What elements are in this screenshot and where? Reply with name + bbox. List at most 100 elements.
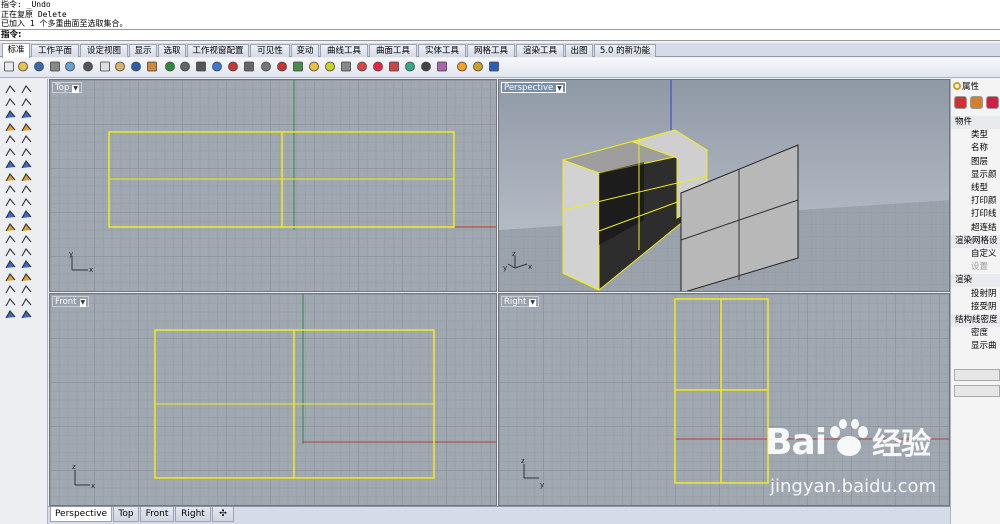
rectangle-icon[interactable]: [20, 121, 33, 134]
layer-tool-icon[interactable]: [20, 221, 33, 234]
fillet-icon[interactable]: [4, 146, 17, 159]
ellipse-icon[interactable]: [4, 133, 17, 146]
viewport-title-right[interactable]: Right ▼: [501, 296, 540, 307]
tab-item[interactable]: 网格工具: [467, 44, 515, 57]
tab-item[interactable]: 设定视图: [80, 44, 128, 57]
dimension-icon[interactable]: [4, 208, 17, 221]
viewport-perspective[interactable]: z x y Perspective ▼: [498, 79, 950, 292]
new-file-icon[interactable]: [3, 60, 15, 73]
transform-icon[interactable]: [4, 196, 17, 209]
surface-icon[interactable]: [4, 158, 17, 171]
point-icon[interactable]: [20, 83, 33, 96]
viewport-tab[interactable]: Right: [175, 507, 211, 522]
tab-item[interactable]: 实体工具: [418, 44, 466, 57]
property-row[interactable]: 接受阴: [951, 301, 1000, 314]
settings-icon[interactable]: [472, 60, 484, 73]
solid-icon[interactable]: [4, 183, 17, 196]
tab-item[interactable]: 变动: [291, 44, 319, 57]
split-icon[interactable]: [4, 271, 17, 284]
grid-icon[interactable]: [4, 283, 17, 296]
viewport-right[interactable]: z y Right ▼: [498, 293, 950, 506]
viewport-tab[interactable]: Top: [113, 507, 139, 522]
properties-section-title[interactable]: 渲染网格设: [951, 234, 1000, 248]
shaded-icon[interactable]: [420, 60, 432, 73]
tab-item[interactable]: 可见性: [250, 44, 290, 57]
save-icon[interactable]: [33, 60, 45, 73]
property-row[interactable]: 设置: [951, 261, 1000, 274]
zoom-extents-icon[interactable]: [211, 60, 223, 73]
warning-icon[interactable]: [20, 308, 33, 321]
property-row[interactable]: 线型: [951, 182, 1000, 195]
color-wheel-icon[interactable]: [372, 60, 384, 73]
properties-tab[interactable]: 属性: [951, 81, 1000, 94]
four-viewports-icon[interactable]: [260, 60, 272, 73]
copy-icon[interactable]: [99, 60, 111, 73]
tab-item[interactable]: 标准: [2, 43, 30, 58]
paint-icon[interactable]: [4, 221, 17, 234]
sun-icon[interactable]: [456, 60, 468, 73]
viewport-title-top[interactable]: Top ▼: [52, 82, 82, 93]
decal-icon[interactable]: [986, 96, 999, 109]
osnap-icon[interactable]: [292, 60, 304, 73]
freeform-icon[interactable]: [20, 133, 33, 146]
property-row[interactable]: 图层: [951, 156, 1000, 169]
viewport-front[interactable]: z x Front ▼: [49, 293, 497, 506]
properties-section-title[interactable]: 渲染: [951, 274, 1000, 288]
dropdown-arrow-icon[interactable]: ▼: [529, 299, 537, 307]
boolean-icon[interactable]: [20, 183, 33, 196]
tab-item[interactable]: 曲线工具: [320, 44, 368, 57]
import-icon[interactable]: [64, 60, 76, 73]
wire-icon[interactable]: [20, 271, 33, 284]
zoom-selected-icon[interactable]: [227, 60, 239, 73]
viewport-tab[interactable]: Front: [140, 507, 174, 522]
polyline-icon[interactable]: [4, 96, 17, 109]
tab-item[interactable]: 5.0 的新功能: [594, 44, 656, 57]
property-row[interactable]: 类型: [951, 129, 1000, 142]
tab-item[interactable]: 工作平面: [31, 44, 79, 57]
analyze-icon[interactable]: [20, 258, 33, 271]
viewport-title-perspective[interactable]: Perspective ▼: [501, 82, 566, 93]
viewport-title-front[interactable]: Front ▼: [52, 296, 90, 307]
render-icon[interactable]: [388, 60, 400, 73]
polygon-icon[interactable]: [4, 121, 17, 134]
arc-icon[interactable]: [20, 108, 33, 121]
env-icon[interactable]: [436, 60, 448, 73]
material-icon[interactable]: [404, 60, 416, 73]
measure-icon[interactable]: [20, 283, 33, 296]
panel-button[interactable]: [954, 369, 1000, 381]
add-viewport-tab[interactable]: ✣: [212, 507, 234, 522]
properties-section-title[interactable]: 结构线密度: [951, 314, 1000, 327]
box-icon[interactable]: [4, 171, 17, 184]
tab-item[interactable]: 选取: [158, 44, 186, 57]
tab-item[interactable]: 渲染工具: [516, 44, 564, 57]
tab-item[interactable]: 工作视窗配置: [187, 44, 249, 57]
property-row[interactable]: 名称: [951, 142, 1000, 155]
tab-item[interactable]: 显示: [129, 44, 157, 57]
properties-section-title[interactable]: 物件: [951, 116, 1000, 129]
array-icon[interactable]: [20, 196, 33, 209]
property-row[interactable]: 自定义: [951, 248, 1000, 261]
property-row[interactable]: 密度: [951, 327, 1000, 340]
extrude-icon[interactable]: [20, 158, 33, 171]
text-icon[interactable]: [20, 208, 33, 221]
tab-item[interactable]: 出图: [565, 44, 593, 57]
pan-icon[interactable]: [146, 60, 158, 73]
gear-tool-icon[interactable]: [20, 246, 33, 259]
material-icon[interactable]: [954, 96, 967, 109]
print-icon[interactable]: [49, 60, 61, 73]
property-row[interactable]: 显示曲: [951, 340, 1000, 353]
circle-icon[interactable]: [4, 108, 17, 121]
property-row[interactable]: 打印线: [951, 208, 1000, 221]
select-icon[interactable]: [4, 83, 17, 96]
cut-icon[interactable]: [82, 60, 94, 73]
zoom-window-icon[interactable]: [179, 60, 191, 73]
paste-icon[interactable]: [114, 60, 126, 73]
curve-edit-icon[interactable]: [20, 233, 33, 246]
rotate-view-icon[interactable]: [164, 60, 176, 73]
viewport-top[interactable]: y x Top ▼: [49, 79, 497, 292]
sphere-icon[interactable]: [20, 171, 33, 184]
box-edit-icon[interactable]: [4, 258, 17, 271]
bend-icon[interactable]: [4, 233, 17, 246]
clipboard-icon[interactable]: [4, 296, 17, 309]
curve-icon[interactable]: [20, 96, 33, 109]
